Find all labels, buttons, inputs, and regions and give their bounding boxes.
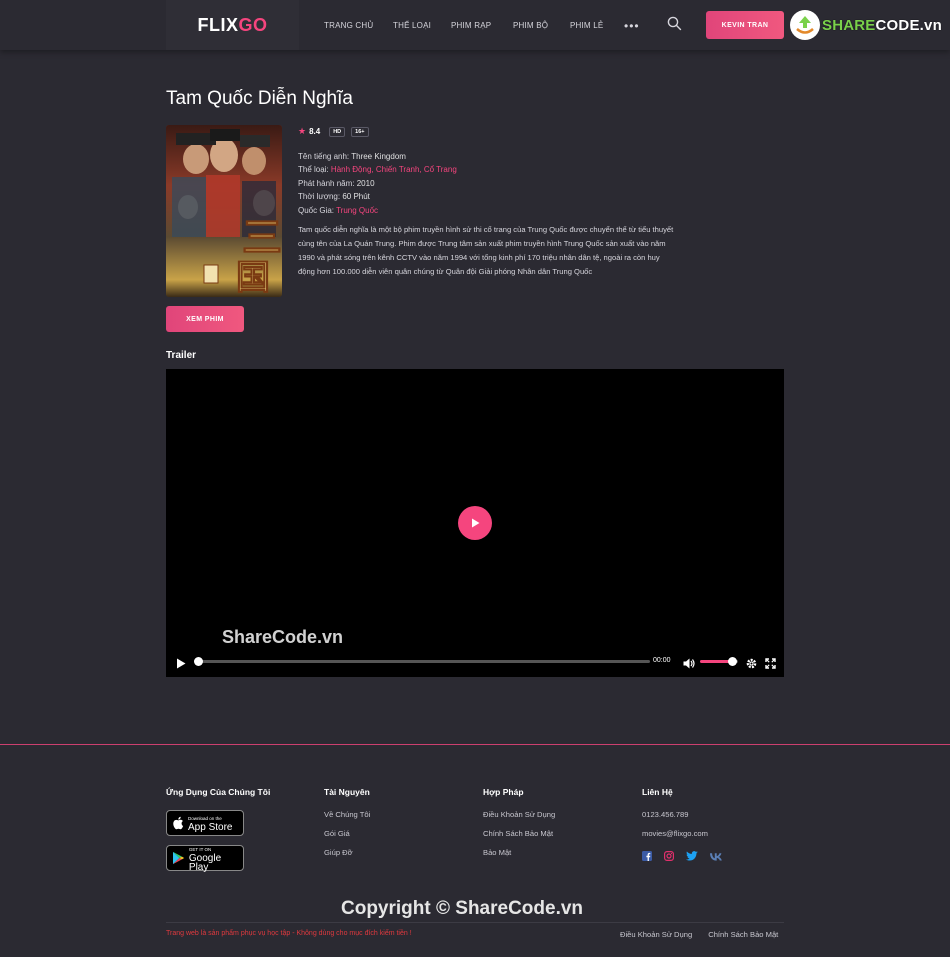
footer-disclaimer: Trang web là sản phẩm phục vụ học tập - … [166, 930, 412, 937]
settings-gear-icon[interactable] [746, 656, 757, 674]
logo-text-1: FLIX [197, 14, 239, 35]
play-icon[interactable] [176, 656, 186, 674]
app-store-big-text: App Store [188, 822, 233, 833]
legal-heading: Hợp Pháp [483, 787, 524, 797]
footer-link-pricing[interactable]: Gói Giá [324, 829, 370, 838]
bottom-link-terms[interactable]: Điều Khoản Sử Dụng [620, 930, 692, 939]
nav-phim-le[interactable]: PHIM LẺ [570, 0, 603, 50]
social-links [642, 848, 722, 866]
logo[interactable]: FLIXGO [166, 0, 299, 50]
trailer-video-player[interactable]: ShareCode.vn 00:00 [166, 369, 784, 677]
age-badge: 16+ [351, 126, 369, 137]
resources-heading: Tài Nguyên [324, 787, 370, 797]
play-overlay-button[interactable] [458, 506, 492, 540]
genre-label: Thể loại: [298, 165, 329, 175]
header: FLIXGO TRANG CHỦ THỂ LOẠI PHIM RẠP PHIM … [0, 0, 950, 50]
movie-meta: ★ 8.4 HD 16+ Tên tiếng anh: Three Kingdo… [298, 125, 688, 279]
footer-link-about[interactable]: Về Chúng Tôi [324, 810, 370, 819]
apple-icon [173, 816, 184, 830]
volume-handle[interactable] [728, 657, 738, 666]
footer-contact-column: Liên Hệ 0123.456.789 movies@flixgo.com [642, 787, 722, 866]
star-icon: ★ [298, 126, 307, 136]
rating-value: 8.4 [309, 127, 321, 136]
footer-apps-column: Ứng Dụng Của Chúng Tôi Download on the Ap… [166, 787, 270, 880]
nav-phim-bo[interactable]: PHIM BỘ [513, 0, 548, 50]
svg-text:三: 三 [242, 214, 282, 261]
footer-link-terms[interactable]: Điều Khoản Sử Dụng [483, 810, 555, 819]
current-time: 00:00 [653, 657, 671, 664]
genre-links[interactable]: Hành Động, Chiến Tranh, Cổ Trang [331, 165, 457, 174]
nav-the-loai[interactable]: THỂ LOẠI [393, 0, 431, 50]
english-name-label: Tên tiếng anh: [298, 152, 350, 161]
footer-watermark: Copyright © ShareCode.vn [341, 898, 584, 919]
video-watermark: ShareCode.vn [222, 627, 344, 647]
movie-description: Tam quốc diễn nghĩa là một bộ phim truyề… [298, 225, 674, 277]
svg-text:国: 国 [236, 258, 270, 297]
footer-resources-column: Tài Nguyên Về Chúng Tôi Gói Giá Giúp Đỡ [324, 787, 370, 867]
nav-phim-rap[interactable]: PHIM RẠP [451, 0, 491, 50]
duration-label: Thời lượng: [298, 192, 341, 202]
contact-email[interactable]: movies@flixgo.com [642, 829, 722, 838]
footer-divider [166, 922, 784, 923]
google-play-badge[interactable]: GET IT ON Google Play [166, 845, 244, 873]
video-controls: 00:00 [166, 647, 784, 677]
google-play-icon [172, 851, 185, 865]
bottom-link-privacy[interactable]: Chính Sách Bảo Mật [708, 930, 778, 939]
quality-badge: HD [329, 126, 346, 137]
twitter-icon[interactable] [686, 848, 698, 866]
watch-movie-button[interactable]: XEM PHIM [166, 306, 244, 332]
english-name-value: Three Kingdom [351, 152, 406, 161]
footer-link-security[interactable]: Bảo Mật [483, 848, 555, 857]
user-account-button[interactable]: KEVIN TRAN [706, 11, 784, 39]
page-title: Tam Quốc Diễn Nghĩa [166, 88, 353, 109]
progress-handle[interactable] [194, 657, 203, 666]
footer [0, 745, 950, 957]
contact-phone[interactable]: 0123.456.789 [642, 810, 722, 819]
instagram-icon[interactable] [664, 848, 675, 866]
partner-logo-text-2: CODE.vn [875, 16, 942, 34]
release-value: 2010 [356, 178, 375, 188]
progress-track[interactable] [196, 660, 650, 663]
movie-info: Tên tiếng anh: Three Kingdom Thể loại: H… [298, 150, 688, 217]
movie-poster: 三 国 [166, 125, 282, 297]
country-label: Quốc Gia: [298, 205, 335, 215]
search-icon[interactable] [667, 16, 682, 36]
footer-link-privacy[interactable]: Chính Sách Bảo Mật [483, 829, 555, 838]
logo-text-2: GO [238, 14, 268, 35]
recycle-icon [790, 10, 820, 40]
partner-logo: SHARECODE.vn [790, 8, 942, 42]
partner-logo-text-1: SHARE [822, 16, 876, 34]
country-link[interactable]: Trung Quốc [336, 206, 378, 215]
release-label: Phát hành năm: [298, 178, 355, 188]
fullscreen-icon[interactable] [765, 656, 776, 674]
footer-link-help[interactable]: Giúp Đỡ [324, 848, 370, 857]
facebook-icon[interactable] [642, 848, 652, 866]
volume-icon[interactable] [683, 656, 695, 674]
apps-heading: Ứng Dụng Của Chúng Tôi [166, 787, 271, 797]
play-icon [472, 518, 480, 528]
rating-row: ★ 8.4 HD 16+ [298, 125, 688, 138]
footer-bottom-links: Điều Khoản Sử Dụng Chính Sách Bảo Mật [620, 930, 778, 939]
vk-icon[interactable] [710, 848, 722, 866]
google-play-big-text: Google Play [188, 852, 222, 873]
app-store-badge[interactable]: Download on the App Store [166, 810, 244, 836]
trailer-heading: Trailer [166, 350, 197, 361]
more-menu-icon[interactable]: ••• [624, 19, 640, 33]
footer-legal-column: Hợp Pháp Điều Khoản Sử Dụng Chính Sách B… [483, 787, 555, 867]
duration-value: 60 Phút [342, 192, 370, 202]
contact-heading: Liên Hệ [642, 787, 673, 797]
nav-trang-chu[interactable]: TRANG CHỦ [324, 0, 373, 50]
